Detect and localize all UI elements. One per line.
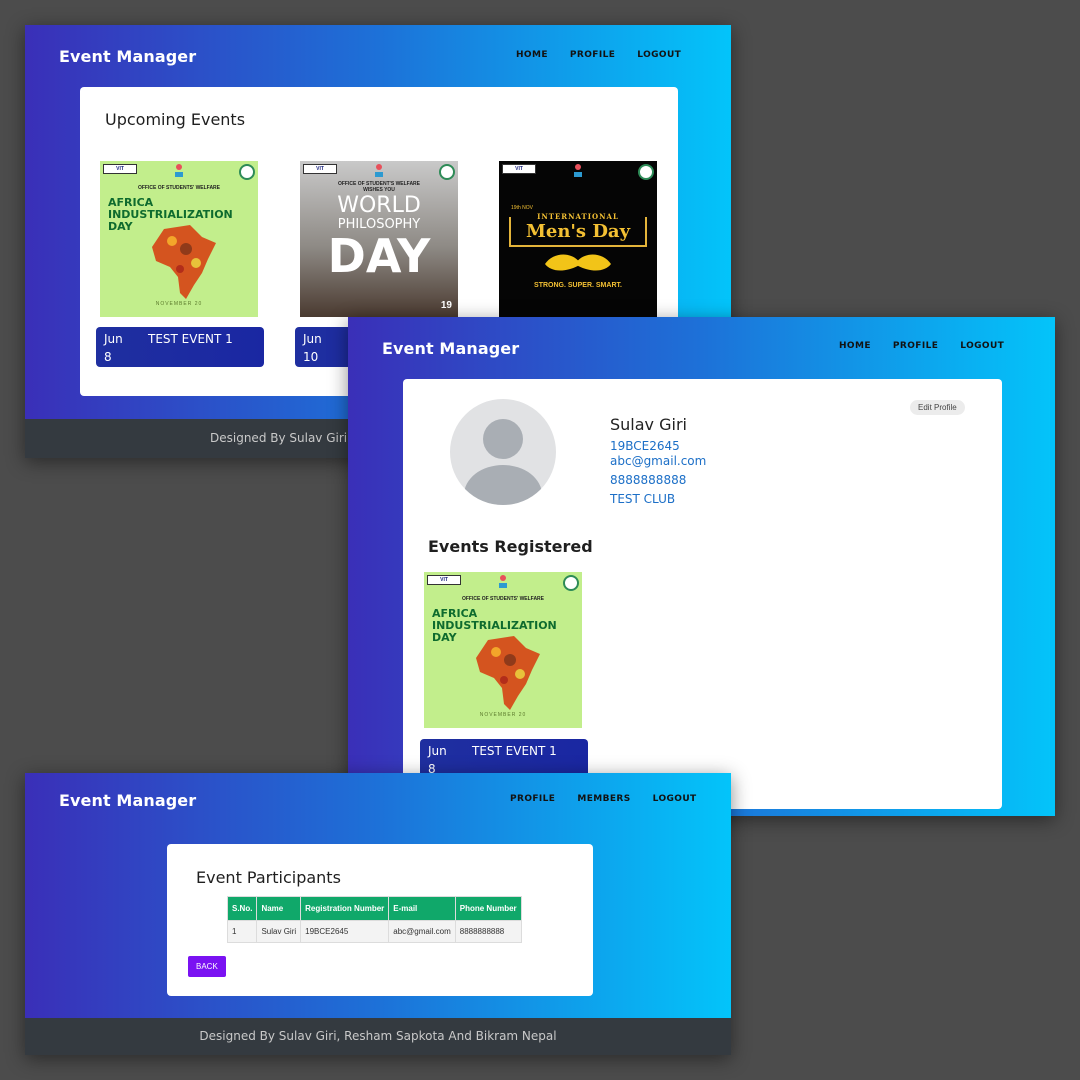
hearts-logo-icon xyxy=(499,575,507,588)
hearts-logo-icon xyxy=(574,164,582,177)
col-reg: Registration Number xyxy=(300,896,390,921)
participants-title: Event Participants xyxy=(196,868,341,887)
poster-osw-text: OFFICE OF STUDENTS' WELFARE xyxy=(137,185,221,191)
registered-event-poster[interactable]: VIT OFFICE OF STUDENTS' WELFARE AFRICA I… xyxy=(424,572,582,728)
africa-map-icon xyxy=(476,636,540,710)
vit-logo: VIT xyxy=(427,575,461,585)
poster-title-world: WORLD xyxy=(337,193,421,218)
event-poster-africa[interactable]: VIT OFFICE OF STUDENTS' WELFARE AFRICA I… xyxy=(100,161,258,317)
main-nav: HOME PROFILE LOGOUT xyxy=(839,341,1004,351)
col-phone: Phone Number xyxy=(454,896,522,921)
event-month: Jun xyxy=(303,332,322,346)
footer-text: Designed By Sulav Giri, R xyxy=(210,431,364,445)
profile-reg-number: 19BCE2645 xyxy=(610,439,680,453)
back-button[interactable]: BACK xyxy=(188,956,226,977)
upcoming-events-title: Upcoming Events xyxy=(105,110,246,129)
edit-profile-button[interactable]: Edit Profile xyxy=(910,400,965,415)
cell-sno: 1 xyxy=(226,920,258,943)
profile-name: Sulav Giri xyxy=(610,415,687,434)
badge-icon xyxy=(563,575,579,591)
footer-text: Designed By Sulav Giri, Resham Sapkota A… xyxy=(199,1029,557,1043)
nav-logout[interactable]: LOGOUT xyxy=(637,50,681,60)
profile-club: TEST CLUB xyxy=(610,492,676,506)
brand-logo[interactable]: Event Manager xyxy=(382,339,519,358)
mustache-icon xyxy=(545,254,611,271)
cell-email: abc@gmail.com xyxy=(388,920,456,943)
event-day: 10 xyxy=(303,350,319,364)
participants-table: S.No. Name Registration Number E-mail Ph… xyxy=(226,896,522,943)
table-row: 1 Sulav Giri 19BCE2645 abc@gmail.com 888… xyxy=(226,920,522,943)
profile-email[interactable]: abc@gmail.com xyxy=(610,454,706,468)
event-day: 8 xyxy=(104,350,112,364)
avatar xyxy=(450,399,556,505)
poster-title-small: INTERNATIONAL xyxy=(511,213,645,221)
nav-home[interactable]: HOME xyxy=(516,50,548,60)
footer: Designed By Sulav Giri, Resham Sapkota A… xyxy=(25,1018,731,1055)
event-month: Jun xyxy=(428,744,447,758)
vit-logo: VIT xyxy=(303,164,337,174)
event-poster-mens-day[interactable]: VIT 19th NOV INTERNATIONAL Men's Day STR… xyxy=(499,161,657,317)
brand-logo[interactable]: Event Manager xyxy=(59,791,196,810)
nav-profile[interactable]: PROFILE xyxy=(570,50,615,60)
participants-window: Event Manager PROFILE MEMBERS LOGOUT Eve… xyxy=(25,773,731,1055)
poster-title-day: DAY xyxy=(327,229,431,283)
admin-nav: PROFILE MEMBERS LOGOUT xyxy=(510,794,697,804)
event-poster-philosophy[interactable]: VIT OFFICE OF STUDENT'S WELFARE WISHES Y… xyxy=(300,161,458,317)
poster-number: 19 xyxy=(440,300,452,311)
cell-reg: 19BCE2645 xyxy=(300,920,390,943)
brand-logo[interactable]: Event Manager xyxy=(59,47,196,66)
event-name: TEST EVENT 1 xyxy=(148,332,233,346)
poster-tagline: STRONG. SUPER. SMART. xyxy=(534,282,622,289)
nav-logout[interactable]: LOGOUT xyxy=(653,794,697,804)
poster-date: 19th NOV xyxy=(511,205,533,211)
cell-name: Sulav Giri xyxy=(256,920,302,943)
vit-logo: VIT xyxy=(502,164,536,174)
main-nav: HOME PROFILE LOGOUT xyxy=(516,50,681,60)
col-email: E-mail xyxy=(388,896,456,921)
hearts-logo-icon xyxy=(375,164,383,177)
participants-card: Event Participants S.No. Name Registrati… xyxy=(167,844,593,996)
event-name: TEST EVENT 1 xyxy=(472,744,557,758)
event-month: Jun xyxy=(104,332,123,346)
cell-phone: 8888888888 xyxy=(454,920,522,943)
nav-profile[interactable]: PROFILE xyxy=(893,341,938,351)
poster-date: NOVEMBER 20 xyxy=(155,301,203,307)
africa-map-icon xyxy=(152,225,216,299)
badge-icon xyxy=(638,164,654,180)
col-sno: S.No. xyxy=(226,896,258,921)
badge-icon xyxy=(439,164,455,180)
poster-osw-text: OFFICE OF STUDENTS' WELFARE xyxy=(461,596,545,602)
nav-profile[interactable]: PROFILE xyxy=(510,794,555,804)
badge-icon xyxy=(239,164,255,180)
vit-logo: VIT xyxy=(103,164,137,174)
hearts-logo-icon xyxy=(175,164,183,177)
poster-date: NOVEMBER 20 xyxy=(479,712,527,718)
event-card-1[interactable]: Jun 8 TEST EVENT 1 xyxy=(96,327,264,367)
profile-card: Sulav Giri 19BCE2645 abc@gmail.com 88888… xyxy=(403,379,1002,809)
nav-logout[interactable]: LOGOUT xyxy=(960,341,1004,351)
events-registered-title: Events Registered xyxy=(428,537,593,556)
col-name: Name xyxy=(256,896,302,921)
nav-members[interactable]: MEMBERS xyxy=(577,794,630,804)
profile-phone: 8888888888 xyxy=(610,473,687,487)
profile-window: Event Manager HOME PROFILE LOGOUT Sulav … xyxy=(348,317,1055,816)
poster-title: INTERNATIONAL Men's Day xyxy=(509,213,647,247)
nav-home[interactable]: HOME xyxy=(839,341,871,351)
